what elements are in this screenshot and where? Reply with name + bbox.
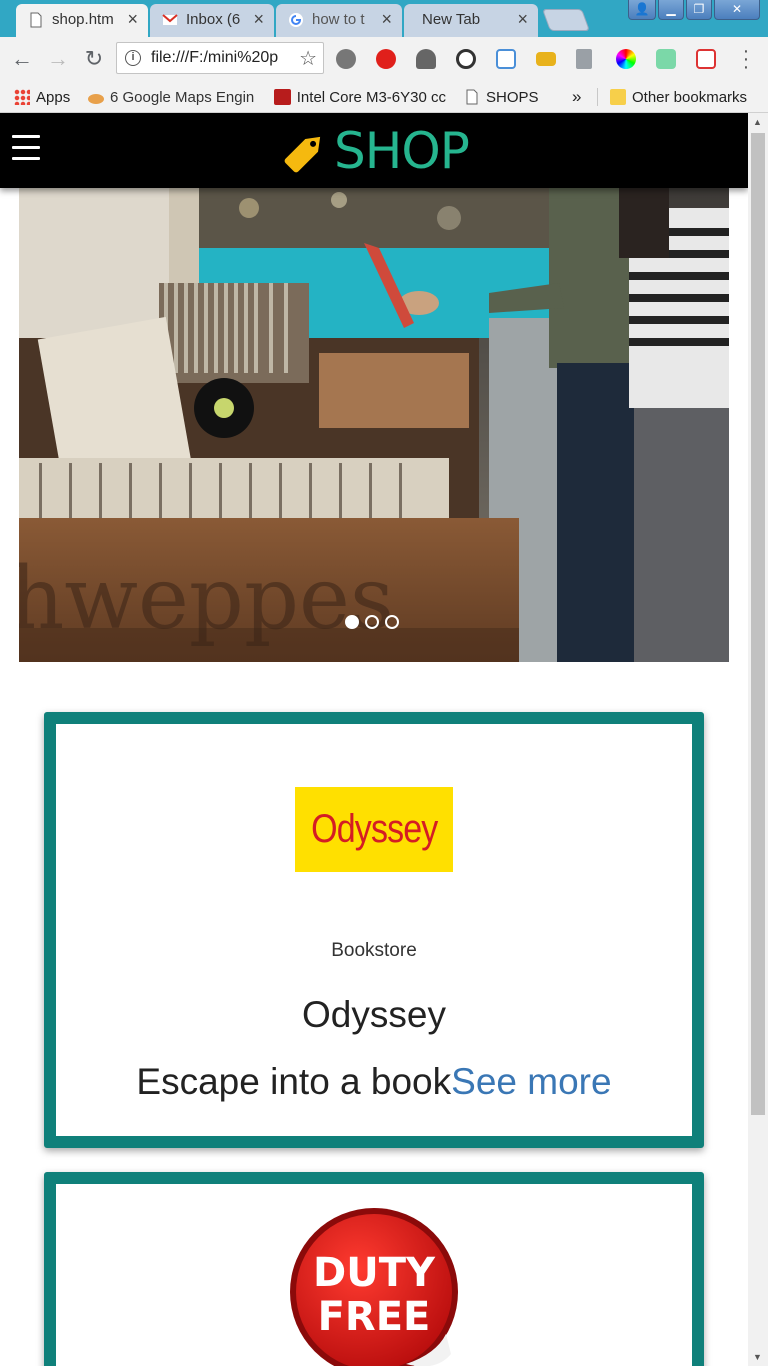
url-text: file:///F:/mini%20p <box>151 49 279 66</box>
bookmark-intel-core[interactable]: Intel Core M3-6Y30 cc <box>274 86 446 108</box>
scroll-down-icon[interactable]: ▼ <box>753 1352 762 1362</box>
page-viewport: SHOP hweppes Odyssey Bookstore Odyssey E… <box>0 113 748 1366</box>
close-icon[interactable]: × <box>127 9 138 30</box>
duty-logo-line1: DUTY <box>313 1250 436 1296</box>
tab-inbox[interactable]: Inbox (6 × <box>150 4 274 37</box>
shop-card: DUTY FREE <box>44 1172 704 1366</box>
shop-card: Odyssey Bookstore Odyssey Escape into a … <box>44 712 704 1148</box>
apps-grid-icon <box>14 89 30 105</box>
tab-new[interactable]: New Tab × <box>404 4 538 37</box>
extension-adblock-icon[interactable] <box>376 49 396 69</box>
window-controls: 👤 ▁ ❐ ✕ <box>628 0 760 22</box>
shop-category: Bookstore <box>331 940 417 961</box>
restore-button[interactable]: ❐ <box>686 0 712 20</box>
document-icon <box>30 12 42 28</box>
tab-title: New Tab <box>422 11 481 28</box>
other-bookmarks[interactable]: Other bookmarks <box>610 86 747 108</box>
extension-ruler-icon[interactable] <box>536 52 556 66</box>
hero-image: hweppes <box>19 188 729 662</box>
extension-download-icon[interactable] <box>576 49 592 69</box>
close-icon[interactable]: × <box>253 9 264 30</box>
bookmark-label: SHOPS <box>486 88 539 106</box>
extension-link-icon[interactable] <box>456 49 476 69</box>
tab-title: how to t <box>312 11 365 28</box>
scroll-thumb[interactable] <box>751 133 765 1115</box>
other-bookmarks-label: Other bookmarks <box>632 88 748 106</box>
odyssey-logo-text: Odyssey <box>310 807 438 851</box>
bookmarks-separator <box>597 88 598 106</box>
maps-icon <box>88 93 104 104</box>
site-brand[interactable]: SHOP <box>280 122 470 180</box>
bookmarks-overflow-button[interactable]: » <box>572 86 581 108</box>
hamburger-menu-icon[interactable] <box>12 135 40 161</box>
menu-icon[interactable]: · · · <box>740 41 752 77</box>
close-icon[interactable]: × <box>381 9 392 30</box>
close-icon[interactable]: × <box>517 9 528 30</box>
shop-tagline: Escape into a bookSee more <box>56 1061 692 1103</box>
page-scrollbar[interactable]: ▲ ▼ <box>748 113 768 1366</box>
gmail-icon <box>162 14 178 25</box>
browser-toolbar: ← → ↻ i file:///F:/mini%20p ☆ · · · <box>0 37 768 80</box>
browser-tabstrip: shop.htm × Inbox (6 × how to t × New Tab… <box>0 0 768 37</box>
new-tab-button[interactable] <box>541 9 591 31</box>
tab-shop[interactable]: shop.htm × <box>16 4 148 37</box>
extension-capture-icon[interactable] <box>496 49 516 69</box>
extension-ghost-icon[interactable] <box>416 49 436 69</box>
bookmarks-bar: Apps 6 Google Maps Engin Intel Core M3-6… <box>0 80 768 113</box>
bookmark-google-maps[interactable]: 6 Google Maps Engin <box>88 86 260 108</box>
document-icon <box>466 89 478 105</box>
close-window-button[interactable]: ✕ <box>714 0 760 20</box>
bookmark-apps[interactable]: Apps <box>14 86 70 108</box>
price-tag-icon <box>284 136 321 173</box>
duty-logo-line2: FREE <box>318 1294 431 1340</box>
shop-name: Odyssey <box>302 994 446 1035</box>
bookmark-label: 6 Google Maps Engin <box>110 88 255 106</box>
extension-color-picker-icon[interactable] <box>616 49 636 69</box>
tab-title: shop.htm <box>52 11 114 28</box>
tagline-text: Escape into a book <box>136 1061 452 1102</box>
hero-carousel[interactable]: hweppes <box>19 188 729 662</box>
brand-name: SHOP <box>334 122 470 180</box>
forward-icon[interactable]: → <box>46 47 70 71</box>
site-header: SHOP <box>0 113 748 188</box>
folder-icon <box>610 89 626 105</box>
extension-audio-icon[interactable] <box>656 49 676 69</box>
reload-icon[interactable]: ↻ <box>82 47 106 71</box>
carousel-dot[interactable] <box>345 615 359 629</box>
star-icon[interactable]: ☆ <box>299 46 317 71</box>
back-icon[interactable]: ← <box>10 47 34 71</box>
duty-free-logo: DUTY FREE <box>290 1208 458 1366</box>
carousel-dot[interactable] <box>365 615 379 629</box>
bookmark-label: Intel Core M3-6Y30 cc <box>296 88 446 106</box>
google-icon <box>289 13 303 27</box>
address-bar[interactable]: i file:///F:/mini%20p ☆ <box>116 42 324 74</box>
extension-tag-icon[interactable] <box>696 49 716 69</box>
see-more-link[interactable]: See more <box>451 1061 611 1102</box>
tab-search[interactable]: how to t × <box>276 4 402 37</box>
bookmark-shops[interactable]: SHOPS <box>464 86 539 108</box>
minimize-button[interactable]: ▁ <box>658 0 684 20</box>
svg-text:hweppes: hweppes <box>19 549 394 649</box>
extension-compass-icon[interactable] <box>336 49 356 69</box>
bookmark-label: Apps <box>36 88 71 106</box>
scroll-up-icon[interactable]: ▲ <box>753 117 762 127</box>
carousel-dot[interactable] <box>385 615 399 629</box>
gd-icon <box>274 89 291 105</box>
info-icon[interactable]: i <box>125 50 141 66</box>
tab-title: Inbox (6 <box>186 11 241 28</box>
odyssey-logo: Odyssey <box>295 787 453 872</box>
carousel-indicators <box>345 615 399 629</box>
profile-button[interactable]: 👤 <box>628 0 656 20</box>
